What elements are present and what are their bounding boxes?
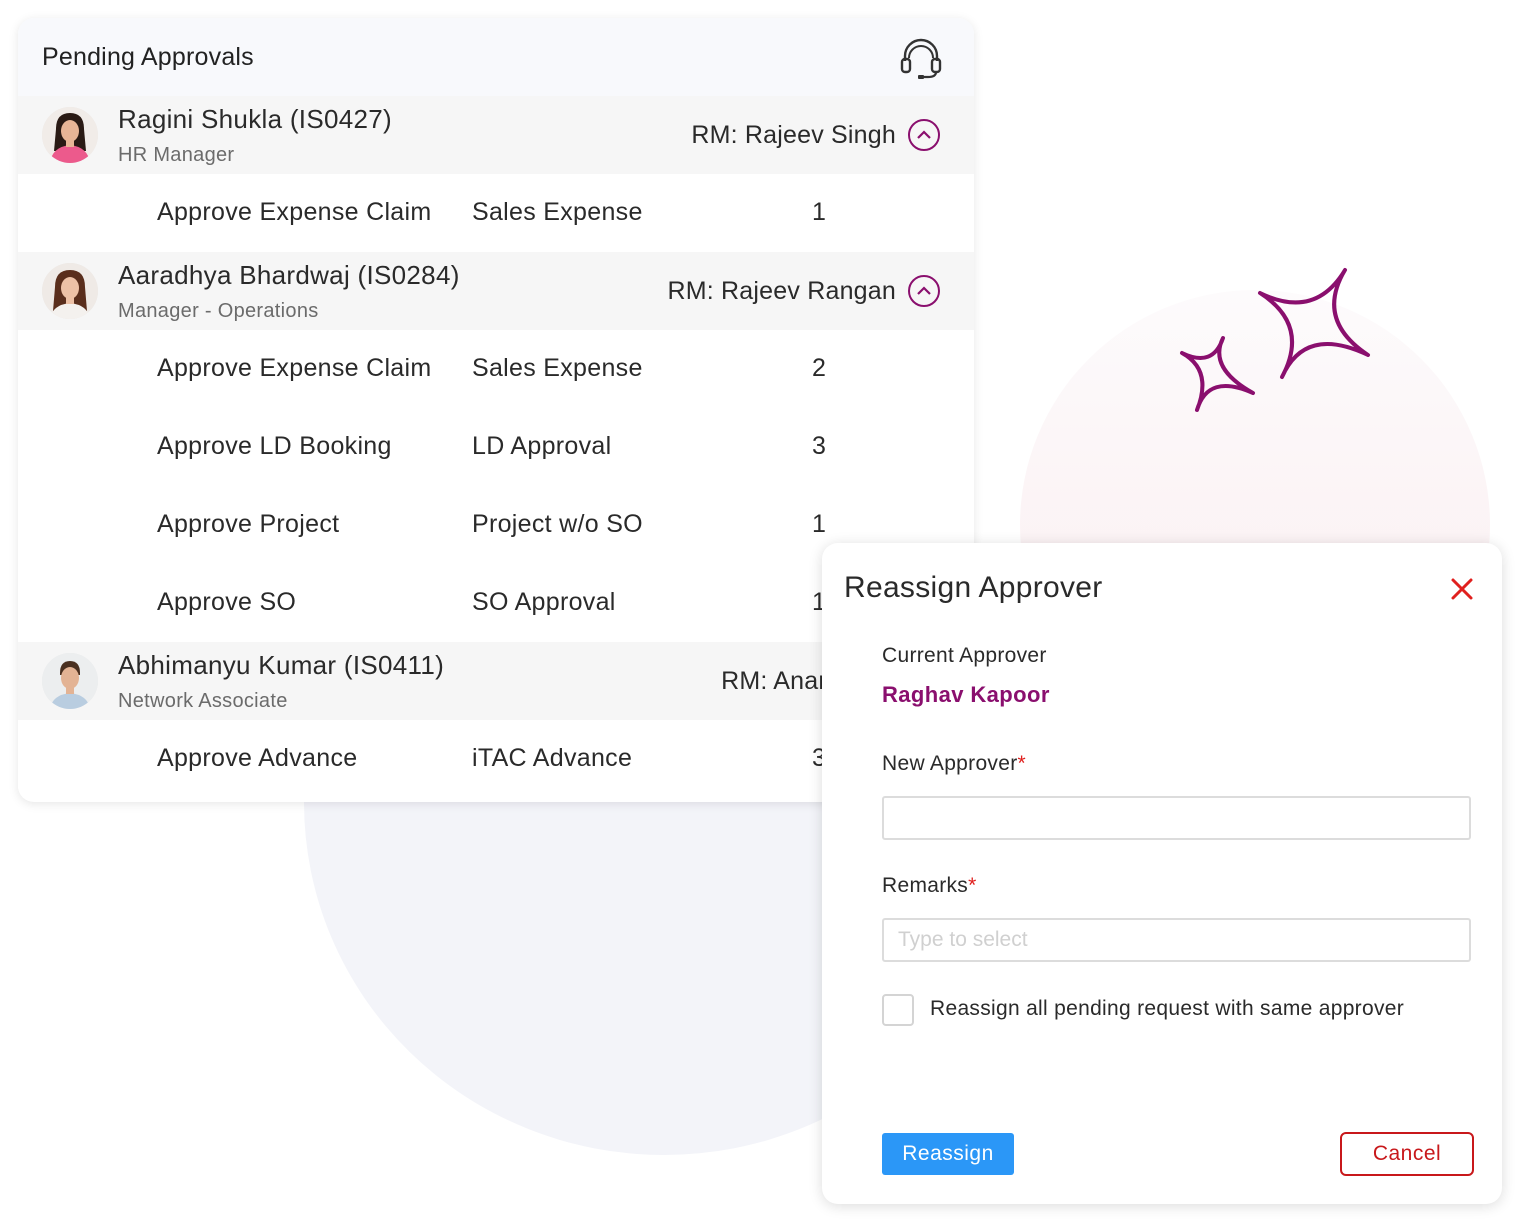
task-count: 1 [812, 198, 826, 226]
task-type: iTAC Advance [472, 744, 633, 772]
reporting-manager: RM: Rajeev Rangan [667, 277, 896, 305]
task-name: Approve SO [157, 588, 297, 616]
remarks-label-text: Remarks [882, 874, 969, 897]
task-count: 2 [812, 354, 826, 382]
task-type: SO Approval [472, 588, 616, 616]
card-title: Pending Approvals [42, 42, 254, 71]
avatar [42, 263, 98, 319]
task-type: Project w/o SO [472, 510, 643, 538]
task-name: Approve Advance [157, 744, 358, 772]
required-marker: * [1017, 752, 1026, 775]
new-approver-input[interactable] [882, 796, 1471, 840]
headset-icon[interactable] [898, 34, 944, 80]
chevron-up-icon[interactable] [908, 119, 940, 151]
task-row[interactable]: Approve Expense Claim Sales Expense 2 [18, 330, 974, 408]
task-type: LD Approval [472, 432, 612, 460]
remarks-label: Remarks* [882, 874, 977, 898]
avatar [42, 107, 98, 163]
remarks-input[interactable] [882, 918, 1471, 962]
card-header: Pending Approvals [18, 18, 974, 96]
employee-row[interactable]: Ragini Shukla (IS0427) HR Manager RM: Ra… [18, 96, 974, 174]
task-name: Approve Expense Claim [157, 354, 432, 382]
employee-role: Manager - Operations [118, 300, 319, 322]
reassign-all-label: Reassign all pending request with same a… [930, 997, 1405, 1020]
employee-name: Ragini Shukla (IS0427) [118, 104, 392, 134]
task-name: Approve LD Booking [157, 432, 392, 460]
chevron-up-icon[interactable] [908, 275, 940, 307]
employee-role: HR Manager [118, 144, 235, 166]
reporting-manager: RM: Rajeev Singh [691, 121, 896, 149]
task-name: Approve Expense Claim [157, 198, 432, 226]
reassign-approver-modal: Reassign Approver Current Approver Ragha… [822, 543, 1502, 1204]
task-row[interactable]: Approve LD Booking LD Approval 3 [18, 408, 974, 486]
task-count: 3 [812, 432, 826, 460]
sparkle-icon [1180, 268, 1370, 412]
employee-row[interactable]: Aaradhya Bhardwaj (IS0284) Manager - Ope… [18, 252, 974, 330]
modal-title: Reassign Approver [844, 571, 1103, 604]
reassign-all-checkbox[interactable] [882, 994, 914, 1026]
task-type: Sales Expense [472, 354, 643, 382]
task-type: Sales Expense [472, 198, 643, 226]
required-marker: * [968, 874, 977, 897]
avatar [42, 653, 98, 709]
current-approver-label: Current Approver [882, 644, 1047, 667]
new-approver-label-text: New Approver [882, 752, 1018, 775]
task-name: Approve Project [157, 510, 340, 538]
new-approver-label: New Approver* [882, 752, 1026, 776]
employee-name: Abhimanyu Kumar (IS0411) [118, 650, 445, 680]
task-row[interactable]: Approve Expense Claim Sales Expense 1 [18, 174, 974, 252]
task-count: 1 [812, 510, 826, 538]
reassign-button[interactable]: Reassign [882, 1133, 1014, 1175]
current-approver-value: Raghav Kapoor [882, 682, 1050, 707]
close-icon[interactable] [1450, 577, 1474, 601]
employee-name: Aaradhya Bhardwaj (IS0284) [118, 260, 460, 290]
cancel-button[interactable]: Cancel [1340, 1132, 1474, 1176]
employee-role: Network Associate [118, 690, 288, 712]
